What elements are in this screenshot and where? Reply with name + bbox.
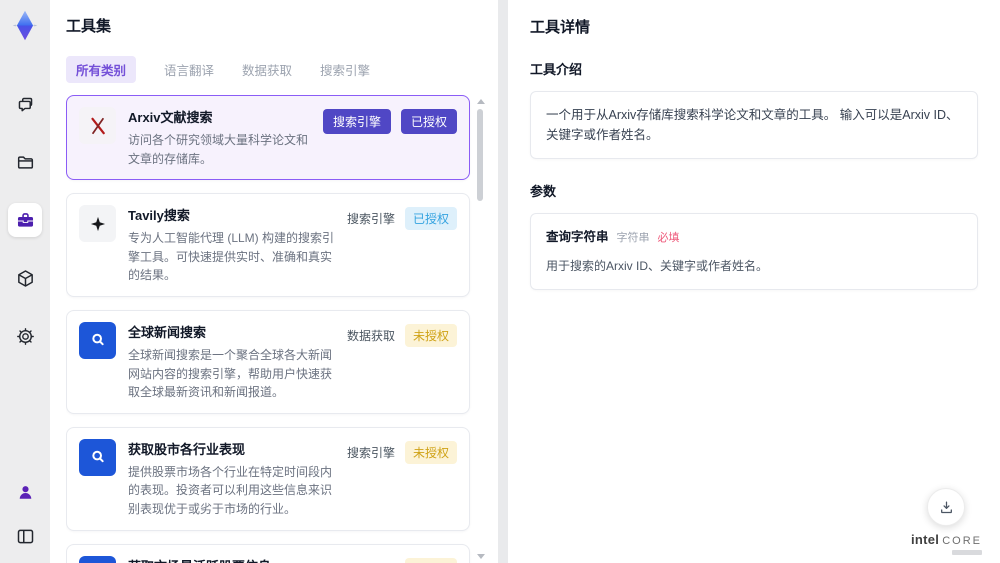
tab-all-categories[interactable]: 所有类别 <box>66 56 137 83</box>
arxiv-icon <box>79 107 116 144</box>
tool-cards-list: Arxiv文献搜索 访问各个研究领域大量科学论文和文章的存储库。 搜索引擎 已授… <box>66 95 470 563</box>
stock-search-icon <box>79 438 116 476</box>
app-window: 工具集 所有类别 语言翻译 数据获取 搜索引擎 Arxiv文献搜索 访问各个研究… <box>0 0 1000 563</box>
tool-title: Tavily搜索 <box>128 208 190 224</box>
status-badge: 已授权 <box>404 207 457 231</box>
tool-description: 提供股票市场各个行业在特定时间段内的表现。投资者可以利用这些信息来识别表现优于或… <box>128 464 333 516</box>
tool-details-panel: 工具详情 工具介绍 一个用于从Arxiv存储库搜索科学论文和文章的工具。 输入可… <box>508 0 1000 563</box>
status-badge: 已授权 <box>400 109 457 134</box>
status-badge: 未授权 <box>404 557 457 563</box>
left-icon-rail <box>0 0 50 563</box>
tool-card-sector-performance[interactable]: 获取股市各行业表现 提供股票市场各个行业在特定时间段内的表现。投资者可以利用这些… <box>66 426 470 531</box>
status-badge: 未授权 <box>404 440 457 464</box>
corner-widgets: intel CORE <box>911 488 982 555</box>
toolbox-icon[interactable] <box>8 203 42 237</box>
tool-description: 专为人工智能代理 (LLM) 构建的搜索引擎工具。可快速提供实时、准确和真实的结… <box>128 231 335 283</box>
tool-card-global-news[interactable]: 全球新闻搜索 全球新闻搜索是一个聚合全球各大新闻网站内容的搜索引擎，帮助用户快速… <box>66 309 470 414</box>
param-name: 查询字符串 <box>546 230 609 244</box>
category-tabs: 所有类别 语言翻译 数据获取 搜索引擎 <box>66 56 486 83</box>
tool-description: 全球新闻搜索是一个聚合全球各大新闻网站内容的搜索引擎，帮助用户快速获取全球最新资… <box>128 347 333 400</box>
collapse-panel-icon[interactable] <box>8 519 42 553</box>
params-heading: 参数 <box>530 184 557 199</box>
category-label: 数据获取 <box>346 328 395 343</box>
param-description: 用于搜索的Arxiv ID、关键字或作者姓名。 <box>546 258 769 273</box>
scrollbar-up-arrow-icon[interactable] <box>477 99 485 104</box>
param-type: 字符串 <box>616 232 650 244</box>
news-search-icon <box>79 321 116 359</box>
intel-logo-bar <box>952 550 982 555</box>
tab-search-engine[interactable]: 搜索引擎 <box>320 60 370 79</box>
intro-box: 一个用于从Arxiv存储库搜索科学论文和文章的工具。 输入可以是Arxiv ID… <box>530 91 978 159</box>
chat-icon[interactable] <box>8 87 42 121</box>
category-label: 搜索引擎 <box>346 212 395 227</box>
category-label: 搜索引擎 <box>346 445 395 460</box>
tab-language-translation[interactable]: 语言翻译 <box>164 60 214 79</box>
rail-bottom <box>8 475 42 553</box>
stock-search-icon <box>79 555 116 563</box>
intel-product-text: CORE <box>942 535 982 547</box>
tool-card-tavily[interactable]: Tavily搜索 专为人工智能代理 (LLM) 构建的搜索引擎工具。可快速提供实… <box>66 193 470 297</box>
intel-brand-text: intel <box>910 532 940 547</box>
tab-data-acquisition[interactable]: 数据获取 <box>242 60 292 79</box>
status-badge: 未授权 <box>404 323 457 347</box>
download-button[interactable] <box>927 488 966 526</box>
intro-heading: 工具介绍 <box>530 62 583 77</box>
rail-nav <box>8 87 42 353</box>
cube-icon[interactable] <box>8 261 42 295</box>
tavily-star-icon <box>79 205 116 243</box>
tool-title: Arxiv文献搜索 <box>128 110 213 125</box>
app-logo <box>6 7 44 45</box>
tool-card-arxiv[interactable]: Arxiv文献搜索 访问各个研究领域大量科学论文和文章的存储库。 搜索引擎 已授… <box>66 95 470 181</box>
list-scrollbar[interactable] <box>475 95 485 563</box>
tools-panel: 工具集 所有类别 语言翻译 数据获取 搜索引擎 Arxiv文献搜索 访问各个研究… <box>50 0 498 563</box>
settings-gear-icon[interactable] <box>8 319 42 353</box>
tools-panel-title: 工具集 <box>66 18 112 35</box>
param-required-label: 必填 <box>657 232 680 244</box>
tool-description: 访问各个研究领域大量科学论文和文章的存储库。 <box>128 133 309 166</box>
folder-icon[interactable] <box>8 145 42 179</box>
scrollbar-down-arrow-icon[interactable] <box>477 554 485 559</box>
param-box: 查询字符串 字符串 必填 用于搜索的Arxiv ID、关键字或作者姓名。 <box>530 213 978 290</box>
tool-cards-scroll-area: Arxiv文献搜索 访问各个研究领域大量科学论文和文章的存储库。 搜索引擎 已授… <box>66 95 486 563</box>
user-profile-icon[interactable] <box>8 475 42 509</box>
tool-card-most-active-stocks[interactable]: 获取市场最活跃股票信息 提供当天交易量最高的股票列表。投资者可以利用这些信息来识… <box>66 543 470 563</box>
tool-title: 获取市场最活跃股票信息 <box>128 556 335 563</box>
category-label: 搜索引擎 <box>347 558 395 563</box>
tool-title: 获取股市各行业表现 <box>128 441 246 457</box>
details-panel-title: 工具详情 <box>530 19 591 36</box>
tool-title: 全球新闻搜索 <box>128 324 207 340</box>
intel-core-logo: intel CORE <box>911 533 982 555</box>
intro-text: 一个用于从Arxiv存储库搜索科学论文和文章的工具。 输入可以是Arxiv ID… <box>546 108 959 142</box>
scrollbar-thumb[interactable] <box>477 109 483 201</box>
category-badge: 搜索引擎 <box>322 109 391 134</box>
